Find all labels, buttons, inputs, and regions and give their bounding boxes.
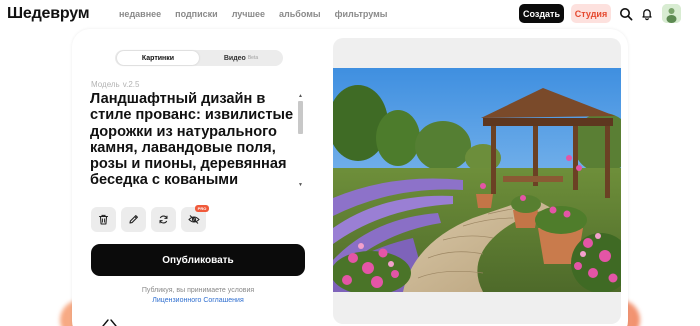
pro-badge: PRO xyxy=(195,205,209,212)
nav-subscriptions[interactable]: подписки xyxy=(175,9,218,19)
nav-recent[interactable]: недавнее xyxy=(119,9,161,19)
model-version: v.2.5 xyxy=(122,80,140,89)
terms-text: Публикуя, вы принимаете условия xyxy=(141,287,255,294)
avatar[interactable] xyxy=(662,4,681,23)
delete-button[interactable] xyxy=(91,207,116,232)
bell-icon[interactable] xyxy=(640,7,654,21)
publish-button[interactable]: Опубликовать xyxy=(91,244,305,276)
refresh-icon xyxy=(159,215,168,224)
search-icon[interactable] xyxy=(619,7,633,21)
tab-video[interactable]: Видео Beta xyxy=(201,51,281,65)
prompt-textarea[interactable]: Ландшафтный дизайн в стиле прованс: изви… xyxy=(90,91,306,187)
top-bar: Шедеврум недавнее подписки лучшее альбом… xyxy=(0,0,700,28)
nav-albums[interactable]: альбомы xyxy=(279,9,321,19)
model-selector[interactable]: Модель v.2.5 xyxy=(91,80,139,89)
create-button[interactable]: Создать xyxy=(519,4,564,23)
scrollbar-thumb[interactable] xyxy=(298,101,303,134)
prompt-text: Ландшафтный дизайн в стиле прованс: изви… xyxy=(90,91,294,187)
nav-filters[interactable]: фильтрумы xyxy=(335,9,388,19)
edit-button[interactable] xyxy=(121,207,146,232)
model-label: Модель xyxy=(91,80,120,89)
logo[interactable]: Шедеврум xyxy=(7,5,90,23)
studio-button[interactable]: Студия xyxy=(571,4,611,23)
regenerate-button[interactable] xyxy=(151,207,176,232)
pencil-icon xyxy=(129,215,138,224)
generated-image[interactable] xyxy=(333,68,621,292)
tab-pictures[interactable]: Картинки xyxy=(117,51,199,65)
beta-badge: Beta xyxy=(247,55,259,61)
tab-video-label: Видео xyxy=(223,54,246,62)
nav-best[interactable]: лучшее xyxy=(232,9,265,19)
trash-icon xyxy=(98,214,109,225)
terms-notice: Публикуя, вы принимаете условия Лицензио… xyxy=(91,286,305,305)
license-agreement-link[interactable]: Лицензионного Соглашения xyxy=(91,296,305,306)
scroll-down-icon[interactable]: ▼ xyxy=(298,182,303,188)
main-nav: недавнее подписки лучшее альбомы фильтру… xyxy=(119,9,387,19)
expand-arrows-icon[interactable] xyxy=(101,319,119,326)
scroll-up-icon[interactable]: ▲ xyxy=(298,93,303,99)
eye-off-icon xyxy=(187,215,200,224)
